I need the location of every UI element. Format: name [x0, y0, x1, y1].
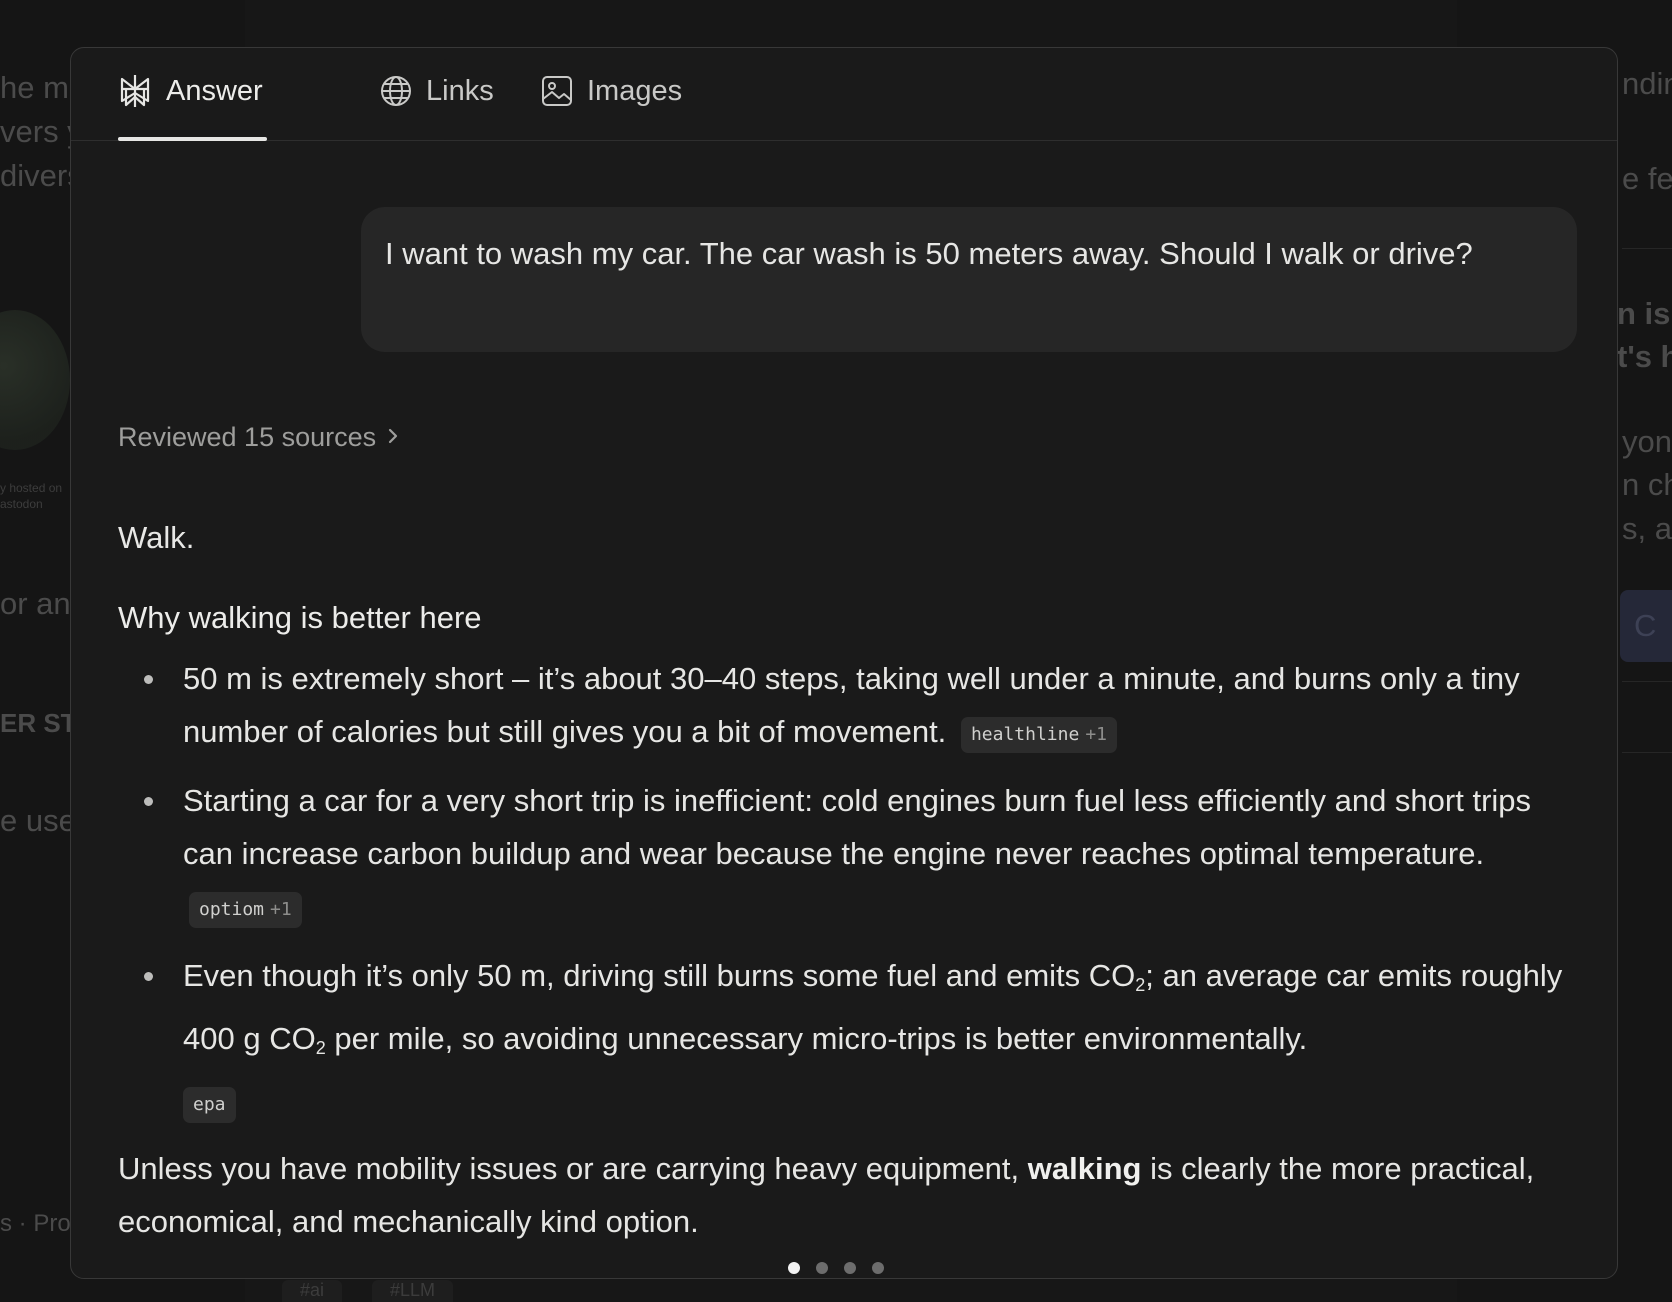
background-divider: [1622, 681, 1672, 682]
answer-conclusion: Unless you have mobility issues or are c…: [118, 1151, 1535, 1239]
background-text: he m: [0, 70, 69, 105]
background-text: ndin: [1622, 66, 1672, 101]
tab-bar: Answer Links Images: [71, 48, 1617, 141]
globe-icon: [380, 75, 412, 107]
background-button: C: [1620, 590, 1672, 662]
pagination-dot[interactable]: [844, 1262, 856, 1274]
background-divider: [1622, 752, 1672, 753]
list-item: Even though it’s only 50 m, driving stil…: [118, 949, 1578, 1128]
background-tag: #LLM: [372, 1280, 454, 1302]
background-text: astodon: [0, 497, 43, 511]
tab-label: Answer: [166, 74, 263, 107]
tab-label: Links: [426, 74, 494, 107]
pagination-dot[interactable]: [788, 1262, 800, 1274]
background-text: ER ST: [0, 708, 77, 738]
background-tag: #ai: [282, 1280, 343, 1302]
sources-toggle[interactable]: Reviewed 15 sources: [118, 422, 400, 453]
answer-card: Answer Links Images I want to wash my ca…: [70, 47, 1618, 1279]
list-item: Starting a car for a very short trip is …: [118, 774, 1578, 933]
background-image: [0, 310, 70, 450]
pagination-dots: [0, 1262, 1672, 1274]
background-text: yon: [1622, 424, 1672, 459]
list-item-text: Starting a car for a very short trip is …: [183, 783, 1532, 871]
background-link: s · Pro: [0, 1210, 71, 1237]
active-tab-indicator: [118, 137, 267, 141]
tab-answer[interactable]: Answer: [118, 70, 263, 112]
sources-label: Reviewed 15 sources: [118, 422, 377, 452]
reason-list: 50 m is extremely short – it’s about 30–…: [118, 652, 1578, 1128]
list-item: 50 m is extremely short – it’s about 30–…: [118, 652, 1578, 758]
citation-badge[interactable]: epa: [183, 1087, 236, 1123]
image-icon: [541, 75, 573, 107]
background-text: e fee: [1622, 161, 1672, 196]
pagination-dot[interactable]: [872, 1262, 884, 1274]
answer-heading: Why walking is better here: [118, 600, 482, 635]
tab-links[interactable]: Links: [380, 70, 494, 112]
answer-verdict: Walk.: [118, 520, 195, 555]
list-item-text: 50 m is extremely short – it’s about 30–…: [183, 661, 1520, 749]
citation-badge[interactable]: healthline +1: [960, 717, 1117, 753]
user-query-bubble: I want to wash my car. The car wash is 5…: [361, 207, 1577, 352]
answer-body: Walk. Why walking is better here 50 m is…: [118, 518, 1578, 1248]
background-divider: [1622, 248, 1672, 249]
background-text: n ch: [1622, 467, 1672, 502]
tab-label: Images: [587, 74, 683, 107]
user-query-text: I want to wash my car. The car wash is 5…: [385, 236, 1473, 271]
chevron-right-icon: [386, 422, 400, 453]
tab-images[interactable]: Images: [541, 70, 682, 112]
emphasis-text: walking: [1027, 1151, 1142, 1186]
background-text: s, a: [1622, 511, 1672, 546]
citation-badge[interactable]: optiom +1: [189, 892, 302, 928]
perplexity-logo-icon: [118, 73, 152, 109]
list-item-text: Even though it’s only 50 m, driving stil…: [183, 958, 1136, 993]
background-text: t's ha: [1617, 339, 1672, 374]
background-text: n is t: [1617, 296, 1672, 331]
background-text: y hosted on: [0, 481, 63, 495]
pagination-dot[interactable]: [816, 1262, 828, 1274]
